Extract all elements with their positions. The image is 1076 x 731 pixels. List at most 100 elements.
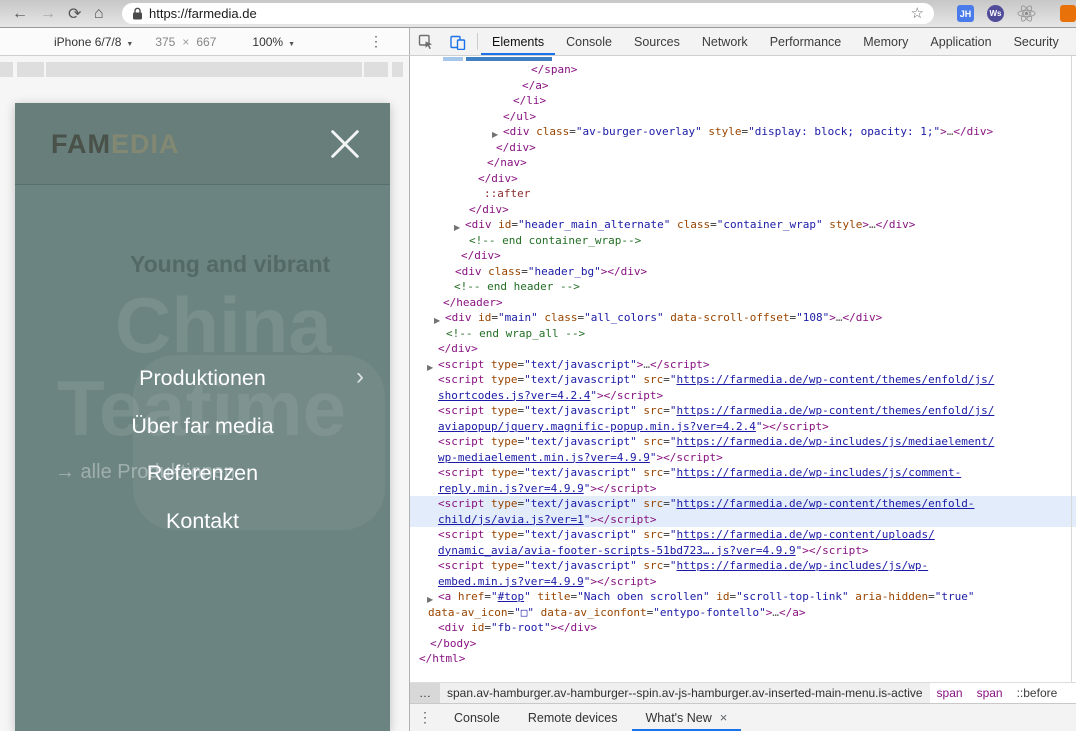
code-line[interactable]: </a> — [410, 78, 1076, 94]
menu-item-produktionen[interactable]: Produktionen — [139, 355, 266, 403]
code-line[interactable]: <script type="text/javascript" src="http… — [410, 558, 1076, 574]
device-toggle-icon[interactable] — [442, 28, 474, 55]
reload-icon[interactable]: ⟳ — [68, 4, 81, 24]
address-bar[interactable]: https://farmedia.de ☆ — [122, 3, 934, 24]
device-select[interactable]: iPhone 6/7/8 ▼ — [54, 35, 133, 49]
code-line[interactable]: <script type="text/javascript" src="http… — [410, 465, 1076, 481]
code-token: class — [529, 125, 570, 138]
inspect-element-icon[interactable] — [410, 28, 442, 55]
code-token: <script — [438, 466, 485, 479]
code-line[interactable]: embed.min.js?ver=4.9.9"></script> — [410, 574, 1076, 590]
code-line[interactable]: child/js/avia.js?ver=1"></script> — [410, 511, 1076, 527]
code-line[interactable]: ▶ <a href="#top" title="Nach oben scrolle… — [410, 589, 1076, 605]
forward-icon[interactable]: → — [40, 4, 56, 24]
code-line[interactable]: </div> — [410, 140, 1076, 156]
code-line[interactable]: </header> — [410, 295, 1076, 311]
code-token: <!-- end wrap_all --> — [446, 326, 586, 340]
page-top-segments — [0, 62, 403, 77]
code-line[interactable]: </div> — [410, 341, 1076, 357]
code-line[interactable]: <!-- end wrap_all --> — [410, 326, 1076, 342]
code-token: shortcodes.js?ver=4.2.4 — [438, 388, 591, 402]
drawer-menu-icon[interactable]: ⋮ — [410, 704, 440, 731]
scrollbar[interactable] — [1071, 56, 1072, 682]
code-line[interactable]: </div> — [410, 248, 1076, 264]
viewport-height-field[interactable]: 667 — [196, 35, 216, 49]
code-token: src — [636, 373, 664, 386]
code-line[interactable]: ▶ <div id="header_main_alternate" class="… — [410, 217, 1076, 233]
drawer-tab-remote-devices[interactable]: Remote devices — [514, 704, 632, 731]
devtools-tab-security[interactable]: Security — [1003, 28, 1070, 55]
chevron-right-icon[interactable]: › — [356, 363, 364, 391]
code-token: = — [484, 621, 491, 634]
code-line[interactable]: ▶ <script type="text/javascript">…</scrip… — [410, 357, 1076, 373]
drawer-tab-console[interactable]: Console — [440, 704, 514, 731]
ghost-heading: Young and vibrant — [130, 251, 331, 277]
code-token: "entypo-fontello" — [653, 605, 766, 619]
code-line[interactable]: ▶ <div class="av-burger-overlay" style="d… — [410, 124, 1076, 140]
devtools-tab-elements[interactable]: Elements — [481, 28, 555, 55]
breadcrumb-item[interactable]: span.av-hamburger.av-hamburger--spin.av-… — [440, 683, 930, 703]
code-token: ::after — [484, 187, 531, 200]
breadcrumb-item[interactable]: ::before — [1010, 683, 1065, 703]
code-line[interactable]: reply.min.js?ver=4.9.9"></script> — [410, 481, 1076, 497]
breadcrumb-item[interactable]: … — [410, 683, 440, 703]
back-icon[interactable]: ← — [12, 4, 28, 24]
code-line[interactable]: <!-- end header --> — [410, 279, 1076, 295]
code-line[interactable]: </div> — [410, 171, 1076, 187]
code-line[interactable]: </nav> — [410, 155, 1076, 171]
menu-item-referenzen[interactable]: Referenzen — [147, 450, 258, 498]
bookmark-star-icon[interactable]: ☆ — [911, 6, 924, 21]
devtools-tab-sources[interactable]: Sources — [623, 28, 691, 55]
extension-orange-icon[interactable] — [1060, 5, 1076, 22]
code-line[interactable]: <script type="text/javascript" src="http… — [410, 496, 1076, 512]
code-line[interactable]: wp-mediaelement.min.js?ver=4.9.9"></scri… — [410, 450, 1076, 466]
close-icon[interactable]: × — [720, 710, 728, 725]
code-token: > — [829, 311, 836, 324]
code-line[interactable]: data-av_icon="□" data-av_iconfont="entyp… — [410, 605, 1076, 621]
code-token: </div> — [438, 342, 478, 355]
extension-ws-icon[interactable]: Ws — [987, 5, 1004, 22]
code-line[interactable]: </span> — [410, 62, 1076, 78]
viewport-width-field[interactable]: 375 — [155, 35, 175, 49]
code-token: </div> — [496, 140, 536, 154]
code-line[interactable]: </li> — [410, 93, 1076, 109]
code-token: = — [663, 435, 670, 448]
extension-jh-icon[interactable]: JH — [957, 5, 974, 22]
breadcrumb-item[interactable]: span — [930, 683, 970, 703]
code-token: class — [537, 311, 578, 324]
code-line[interactable]: </html> — [410, 651, 1076, 667]
menu-item-kontakt[interactable]: Kontakt — [166, 498, 239, 546]
react-devtools-icon[interactable] — [1017, 4, 1036, 23]
devtools-tab-memory[interactable]: Memory — [852, 28, 919, 55]
devtools-tab-console[interactable]: Console — [555, 28, 623, 55]
code-line[interactable]: <script type="text/javascript" src="http… — [410, 527, 1076, 543]
code-line[interactable]: shortcodes.js?ver=4.2.4"></script> — [410, 388, 1076, 404]
devtools-tab-performance[interactable]: Performance — [759, 28, 853, 55]
code-line[interactable]: ▶ <div id="main" class="all_colors" data-… — [410, 310, 1076, 326]
code-line[interactable]: </ul> — [410, 109, 1076, 125]
code-line[interactable]: <div id="fb-root"></div> — [410, 620, 1076, 636]
browser-toolbar: ← → ⟳ ⌂ https://farmedia.de ☆ JH Ws — [0, 0, 1076, 28]
code-line[interactable]: dynamic_avia/avia-footer-scripts-51bd723… — [410, 543, 1076, 559]
code-line[interactable]: <script type="text/javascript" src="http… — [410, 403, 1076, 419]
code-line[interactable]: <!-- end container_wrap--> — [410, 233, 1076, 249]
drawer-tab-label: Console — [454, 710, 500, 725]
code-token: reply.min.js?ver=4.9.9 — [438, 481, 584, 495]
drawer-tab-what-s-new[interactable]: What's New × — [632, 704, 742, 731]
zoom-select[interactable]: 100% ▼ — [252, 35, 295, 49]
breadcrumb-item[interactable]: span — [970, 683, 1010, 703]
home-icon[interactable]: ⌂ — [93, 4, 104, 24]
menu-item--ber-far-media[interactable]: Über far media — [131, 403, 273, 451]
devtools-tab-network[interactable]: Network — [691, 28, 759, 55]
code-line[interactable]: aviapopup/jquery.magnific-popup.min.js?v… — [410, 419, 1076, 435]
code-line[interactable]: ::after — [410, 186, 1076, 202]
device-more-options-icon[interactable]: ⋮ — [369, 33, 383, 50]
code-line[interactable]: <script type="text/javascript" src="http… — [410, 372, 1076, 388]
close-icon[interactable] — [324, 123, 366, 165]
code-line[interactable]: <script type="text/javascript" src="http… — [410, 434, 1076, 450]
devtools-tab-application[interactable]: Application — [919, 28, 1002, 55]
code-line[interactable]: <div class="header_bg"></div> — [410, 264, 1076, 280]
code-token: "scroll-top-link" — [736, 590, 849, 603]
code-line[interactable]: </div> — [410, 202, 1076, 218]
code-line[interactable]: </body> — [410, 636, 1076, 652]
